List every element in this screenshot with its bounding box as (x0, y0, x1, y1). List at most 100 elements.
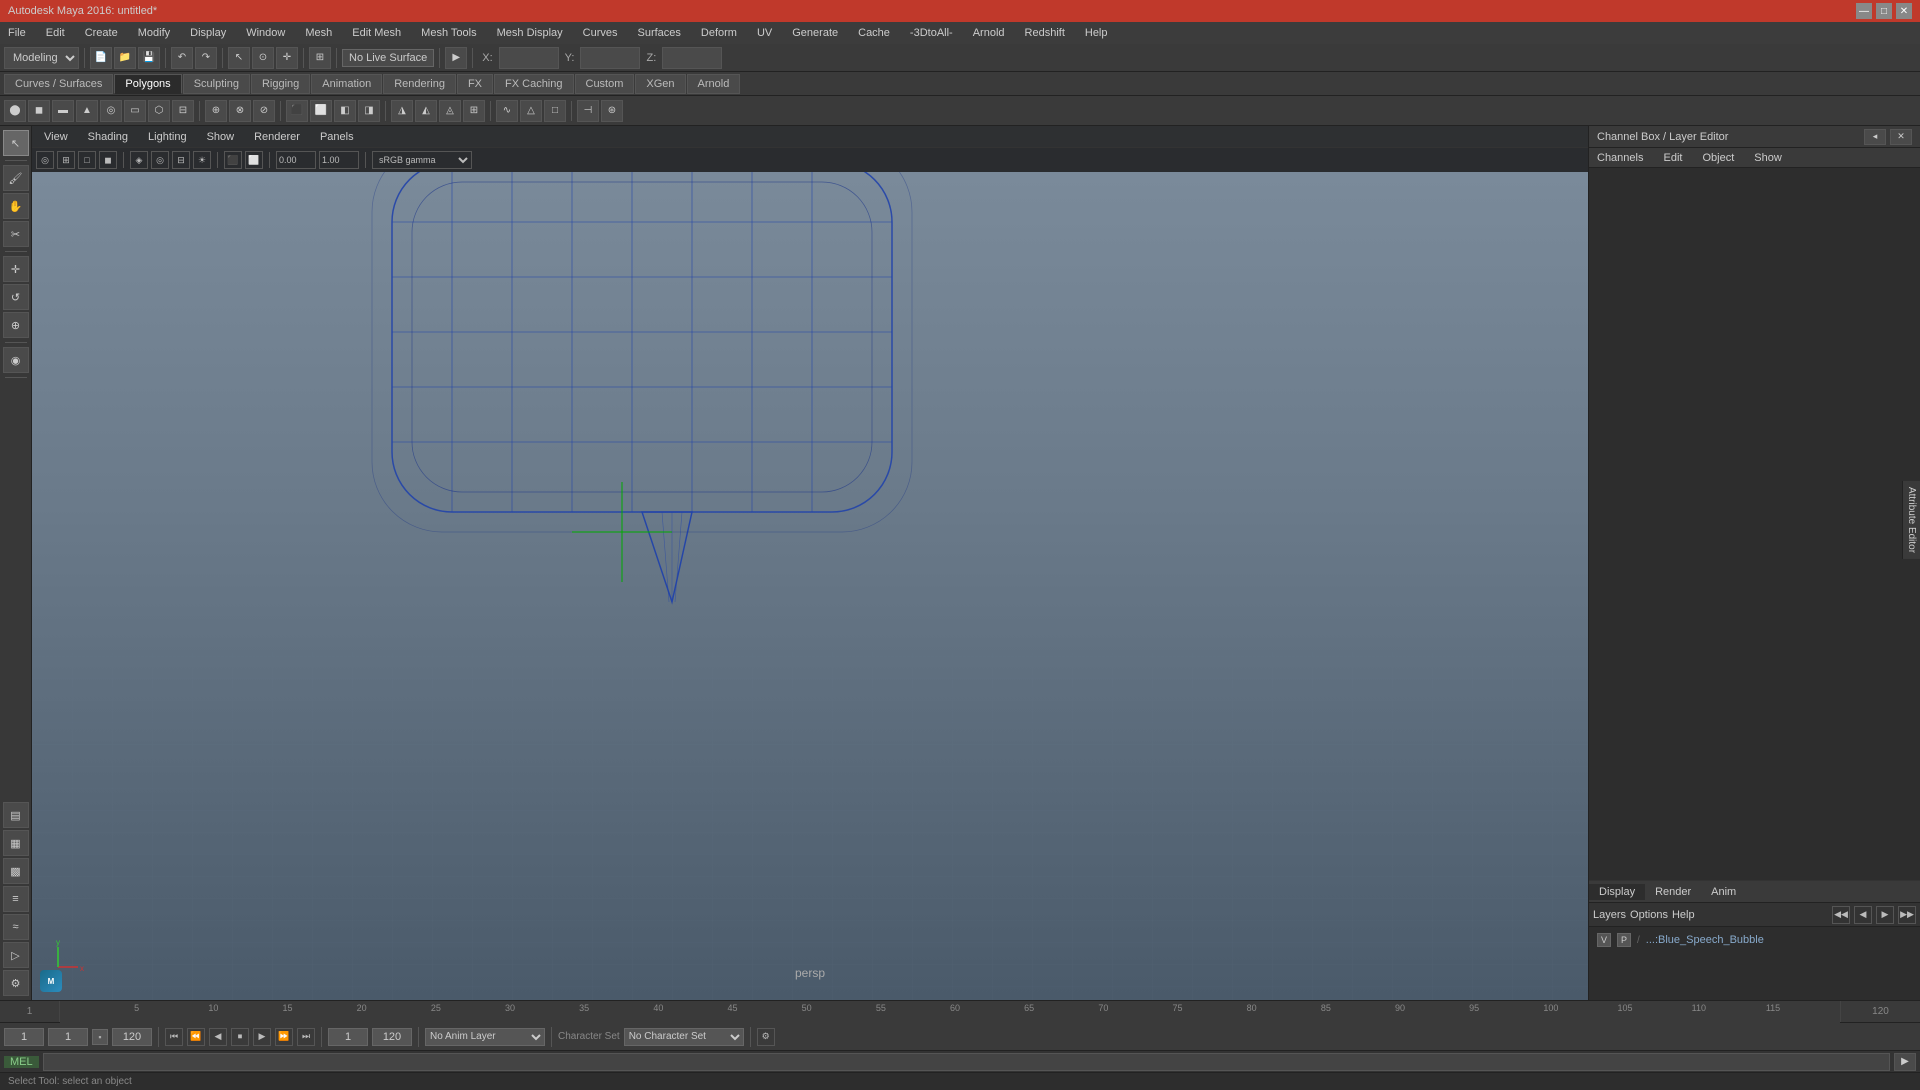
select-tool-button[interactable]: ↖ (228, 47, 250, 69)
menu-item-uv[interactable]: UV (753, 25, 776, 41)
close-button[interactable]: ✕ (1896, 3, 1912, 19)
menu-item-mesh-display[interactable]: Mesh Display (493, 25, 567, 41)
isolate-button[interactable]: ◎ (151, 151, 169, 169)
edit-tab[interactable]: Edit (1659, 150, 1686, 166)
viewport-menu-view[interactable]: View (40, 129, 72, 145)
stop-button[interactable]: ⏹ (231, 1028, 249, 1046)
panel-close-button[interactable]: ✕ (1890, 129, 1912, 145)
redo-button[interactable]: ↷ (195, 47, 217, 69)
tab-xgen[interactable]: XGen (635, 74, 685, 94)
xray-button[interactable]: ◈ (130, 151, 148, 169)
anim-layer-button[interactable]: ▩ (3, 858, 29, 884)
smooth-button[interactable]: ◼ (99, 151, 117, 169)
viewport-menu-shading[interactable]: Shading (84, 129, 132, 145)
menu-item-generate[interactable]: Generate (788, 25, 842, 41)
poly-pipe-button[interactable]: ⊟ (172, 100, 194, 122)
menu-item-cache[interactable]: Cache (854, 25, 894, 41)
fill-hole-button[interactable]: ◨ (358, 100, 380, 122)
layer-p-check[interactable]: P (1617, 933, 1631, 947)
panel-expand-button[interactable]: ◂ (1864, 129, 1886, 145)
paint-tool-button[interactable]: 🖌 (3, 165, 29, 191)
menu-item-mesh[interactable]: Mesh (301, 25, 336, 41)
tab-fx[interactable]: FX (457, 74, 493, 94)
layer-visibility-check[interactable]: V (1597, 933, 1611, 947)
poly-cylinder-button[interactable]: ▬ (52, 100, 74, 122)
layer-last-button[interactable]: ▶▶ (1898, 906, 1916, 924)
menu-item-window[interactable]: Window (242, 25, 289, 41)
preferences-button[interactable]: ⚙ (757, 1028, 775, 1046)
poly-cube-button[interactable]: ◼ (28, 100, 50, 122)
channels-tab[interactable]: Channels (1593, 150, 1647, 166)
minimize-button[interactable]: — (1856, 3, 1872, 19)
wireframe-button[interactable]: □ (78, 151, 96, 169)
y-input[interactable] (580, 47, 640, 69)
show-tab[interactable]: Show (1750, 150, 1786, 166)
scale-left-button[interactable]: ⊕ (3, 312, 29, 338)
object-tab[interactable]: Object (1698, 150, 1738, 166)
viewport-menu-panels[interactable]: Panels (316, 129, 358, 145)
x-input[interactable] (499, 47, 559, 69)
append-button[interactable]: ◧ (334, 100, 356, 122)
extract-button[interactable]: ⊘ (253, 100, 275, 122)
smooth-button[interactable]: ∿ (496, 100, 518, 122)
layer-prev-button[interactable]: ◀◀ (1832, 906, 1850, 924)
display-layer-button[interactable]: ▤ (3, 802, 29, 828)
tab-polygons[interactable]: Polygons (114, 74, 181, 94)
current-frame-input[interactable] (4, 1028, 44, 1046)
viewport-menu-lighting[interactable]: Lighting (144, 129, 191, 145)
poly-plane-button[interactable]: ▭ (124, 100, 146, 122)
menu-item-surfaces[interactable]: Surfaces (633, 25, 684, 41)
play-back-button[interactable]: ◀ (209, 1028, 227, 1046)
menu-item-modify[interactable]: Modify (134, 25, 174, 41)
lasso-tool-button[interactable]: ⊙ (252, 47, 274, 69)
jump-start-button[interactable]: ⏮ (165, 1028, 183, 1046)
poly-disc-button[interactable]: ⬡ (148, 100, 170, 122)
menu-item-redshift[interactable]: Redshift (1021, 25, 1069, 41)
help-label[interactable]: Help (1672, 909, 1695, 921)
playback-start-input[interactable] (328, 1028, 368, 1046)
z-input[interactable] (662, 47, 722, 69)
render-tab[interactable]: Render (1645, 884, 1701, 900)
chamfer-button[interactable]: ◭ (415, 100, 437, 122)
resolution-gate-button[interactable]: ⬛ (224, 151, 242, 169)
tab-fx-caching[interactable]: FX Caching (494, 74, 573, 94)
track-button[interactable]: ≡ (3, 886, 29, 912)
extrude-button[interactable]: ⬛ (286, 100, 308, 122)
rotate-left-button[interactable]: ↺ (3, 284, 29, 310)
sculpt-tool-button[interactable]: ✋ (3, 193, 29, 219)
menu-item-edit-mesh[interactable]: Edit Mesh (348, 25, 405, 41)
move-left-button[interactable]: ✛ (3, 256, 29, 282)
cut-tool-button[interactable]: ✂ (3, 221, 29, 247)
menu-item-mesh-tools[interactable]: Mesh Tools (417, 25, 480, 41)
poly-sphere-button[interactable]: ⬤ (4, 100, 26, 122)
triangulate-button[interactable]: △ (520, 100, 542, 122)
collapse-button[interactable]: ◬ (439, 100, 461, 122)
move-tool-button[interactable]: ✛ (276, 47, 298, 69)
menu-item-create[interactable]: Create (81, 25, 122, 41)
tab-sculpting[interactable]: Sculpting (183, 74, 250, 94)
frame-start-input[interactable] (48, 1028, 88, 1046)
save-file-button[interactable]: 💾 (138, 47, 160, 69)
render-layer-button[interactable]: ▦ (3, 830, 29, 856)
menu-item---dtoall-[interactable]: -3DtoAll- (906, 25, 957, 41)
mirror-button[interactable]: ⊣ (577, 100, 599, 122)
display-tab[interactable]: Display (1589, 884, 1645, 900)
graph-button[interactable]: ≈ (3, 914, 29, 940)
poly-torus-button[interactable]: ◎ (100, 100, 122, 122)
bridge-button[interactable]: ⬜ (310, 100, 332, 122)
merge-button[interactable]: ⊞ (463, 100, 485, 122)
layer-fwd-button[interactable]: ▶ (1876, 906, 1894, 924)
anim-layer-select[interactable]: No Anim Layer (425, 1028, 545, 1046)
combine-button[interactable]: ⊕ (205, 100, 227, 122)
char-set-select[interactable]: No Character Set (624, 1028, 744, 1046)
step-forward-button[interactable]: ⏩ (275, 1028, 293, 1046)
light-button[interactable]: ☀ (193, 151, 211, 169)
frame-end-input[interactable] (112, 1028, 152, 1046)
viewport[interactable]: View Shading Lighting Show Renderer Pane… (32, 126, 1588, 1000)
viewport-menu-renderer[interactable]: Renderer (250, 129, 304, 145)
layer-name[interactable]: ...:Blue_Speech_Bubble (1646, 934, 1764, 946)
tab-rigging[interactable]: Rigging (251, 74, 310, 94)
separate-button[interactable]: ⊗ (229, 100, 251, 122)
poly-cone-button[interactable]: ▲ (76, 100, 98, 122)
color-space-select[interactable]: sRGB gamma (372, 151, 472, 169)
